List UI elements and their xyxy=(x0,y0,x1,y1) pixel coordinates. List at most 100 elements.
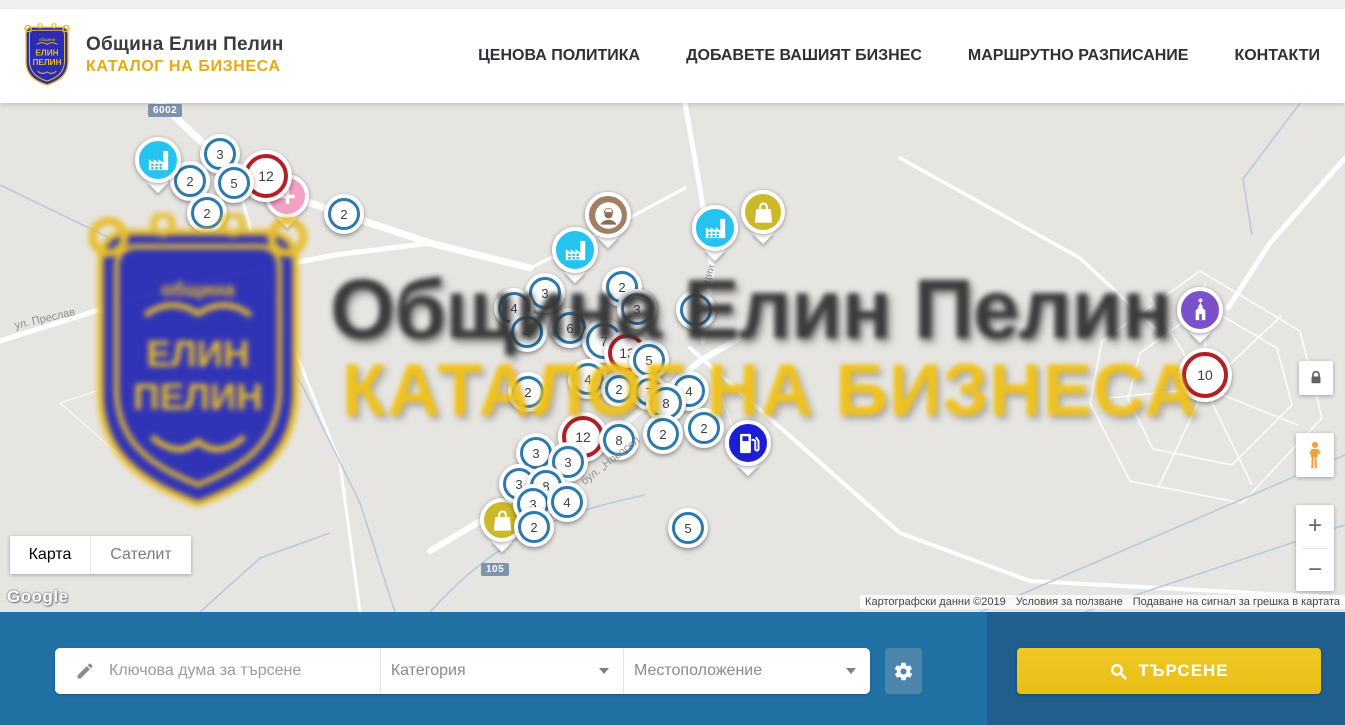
map-cluster-marker[interactable]: 5 xyxy=(668,508,708,548)
cluster-count: 12 xyxy=(258,168,274,184)
advanced-search-button[interactable] xyxy=(885,648,922,694)
map-pin-fuel[interactable] xyxy=(725,420,771,466)
cluster-count: 6 xyxy=(566,321,573,336)
cluster-count: 5 xyxy=(692,303,699,318)
pegman-button[interactable] xyxy=(1296,433,1334,477)
gear-icon xyxy=(893,661,914,682)
search-bar: Категория Местоположение xyxy=(55,648,870,694)
map-cluster-marker[interactable]: 4 xyxy=(547,482,587,522)
cluster-count: 4 xyxy=(523,325,530,340)
cluster-count: 4 xyxy=(510,301,517,316)
map-pin-shopping-bag[interactable] xyxy=(741,190,785,234)
satellite-view-button[interactable]: Сателит xyxy=(91,536,191,574)
cluster-count: 2 xyxy=(524,385,531,400)
map-cluster-marker[interactable]: 2 xyxy=(324,194,364,234)
map-cluster-marker[interactable]: 2 xyxy=(187,193,227,233)
cluster-count: 10 xyxy=(1197,367,1213,383)
cluster-count: 2 xyxy=(659,427,666,442)
attribution-terms-link[interactable]: Условия за ползване xyxy=(1011,595,1128,609)
fuel-icon xyxy=(734,429,763,458)
cluster-count: 2 xyxy=(340,207,347,222)
map-marker-layer: 123252232354647135422748221283338342510 xyxy=(0,103,1345,612)
map[interactable]: 123252232354647135422748221283338342510 … xyxy=(0,103,1345,612)
pegman-icon xyxy=(1304,440,1326,470)
cluster-count: 3 xyxy=(633,302,640,317)
zoom-in-button[interactable]: + xyxy=(1296,505,1334,548)
cluster-count: 3 xyxy=(564,455,571,470)
cluster-count: 3 xyxy=(541,286,548,301)
cluster-count: 3 xyxy=(532,446,539,461)
svg-text:ЕЛИН: ЕЛИН xyxy=(35,49,58,58)
attribution-report-link[interactable]: Подаване на сигнал за грешка в картата xyxy=(1128,595,1345,609)
map-pin-factory[interactable] xyxy=(552,227,598,273)
cluster-count: 12 xyxy=(575,429,591,445)
cluster-count: 2 xyxy=(530,520,537,535)
svg-text:ПЕЛИН: ПЕЛИН xyxy=(32,58,61,67)
shopping-bag-icon xyxy=(750,199,777,226)
cluster-count: 3 xyxy=(216,147,223,162)
factory-icon xyxy=(561,236,590,265)
brand[interactable]: община ЕЛИН ПЕЛИН Община Елин Пелин КАТА… xyxy=(20,23,284,87)
factory-icon xyxy=(701,214,730,243)
chevron-down-icon xyxy=(599,668,609,674)
chevron-down-icon xyxy=(846,668,856,674)
header: община ЕЛИН ПЕЛИН Община Елин Пелин КАТА… xyxy=(0,9,1345,103)
worker-icon xyxy=(594,201,623,230)
search-icon xyxy=(1109,662,1128,681)
search-panel: ТЪРСЕНЕ Категория Местоположение xyxy=(0,612,1345,725)
location-select[interactable]: Местоположение xyxy=(623,648,870,694)
cluster-count: 4 xyxy=(685,384,692,399)
nav-item-bus-schedule[interactable]: МАРШРУТНО РАЗПИСАНИЕ xyxy=(968,47,1189,65)
cluster-count: 2 xyxy=(203,206,210,221)
zoom-out-button[interactable]: − xyxy=(1296,549,1334,592)
search-action-panel: ТЪРСЕНЕ xyxy=(987,612,1345,725)
keyword-input[interactable] xyxy=(107,661,351,681)
nav-item-add-business[interactable]: ДОБАВЕТЕ ВАШИЯТ БИЗНЕС xyxy=(686,47,922,65)
lock-button[interactable] xyxy=(1299,361,1333,395)
cluster-count: 5 xyxy=(684,521,691,536)
google-logo[interactable]: Google xyxy=(7,587,69,607)
cluster-count: 8 xyxy=(662,396,669,411)
map-type-control: Карта Сателит xyxy=(10,536,191,574)
pencil-icon xyxy=(75,661,95,681)
site-title: Община Елин Пелин xyxy=(86,34,284,56)
municipality-crest-logo: община ЕЛИН ПЕЛИН xyxy=(20,23,74,87)
cluster-count: 2 xyxy=(615,382,622,397)
church-icon xyxy=(1186,296,1215,325)
map-cluster-marker[interactable]: 2 xyxy=(643,414,683,454)
search-button[interactable]: ТЪРСЕНЕ xyxy=(1017,648,1321,694)
map-cluster-marker[interactable]: 3 xyxy=(617,289,657,329)
cluster-count: 2 xyxy=(700,421,707,436)
map-pin-church[interactable] xyxy=(1177,287,1223,333)
nav-item-pricing[interactable]: ЦЕНОВА ПОЛИТИКА xyxy=(478,47,640,65)
category-select[interactable]: Категория xyxy=(380,648,623,694)
nav-item-contacts[interactable]: КОНТАКТИ xyxy=(1234,47,1320,65)
road-number-badge: 105 xyxy=(481,563,509,576)
map-cluster-marker[interactable]: 2 xyxy=(514,507,554,547)
map-cluster-marker[interactable]: 2 xyxy=(684,408,724,448)
cluster-count: 2 xyxy=(186,174,193,189)
page: община ЕЛИН ПЕЛИН Община Елин Пелин КАТА… xyxy=(0,0,1345,725)
factory-icon xyxy=(144,146,173,175)
map-cluster-marker[interactable]: 10 xyxy=(1178,348,1232,402)
map-cluster-marker[interactable]: 5 xyxy=(676,290,716,330)
shopping-bag-icon xyxy=(489,507,516,534)
cluster-count: 5 xyxy=(230,176,237,191)
map-pin-factory[interactable] xyxy=(692,205,738,251)
road-number-badge: 6002 xyxy=(148,104,182,117)
svg-text:община: община xyxy=(39,37,56,42)
zoom-control: + − xyxy=(1296,505,1334,591)
cluster-count: 4 xyxy=(584,372,591,387)
cluster-count: 4 xyxy=(563,495,570,510)
top-strip xyxy=(0,0,1345,9)
attribution-copyright: Картографски данни ©2019 xyxy=(860,595,1011,609)
map-cluster-marker[interactable]: 2 xyxy=(508,372,548,412)
main-nav: ЦЕНОВА ПОЛИТИКА ДОБАВЕТЕ ВАШИЯТ БИЗНЕС М… xyxy=(478,9,1320,103)
lock-icon xyxy=(1307,369,1325,387)
site-subtitle: КАТАЛОГ НА БИЗНЕСА xyxy=(86,58,284,76)
map-view-button[interactable]: Карта xyxy=(10,536,91,574)
map-attribution: Картографски данни ©2019 Условия за полз… xyxy=(860,595,1345,609)
map-pin-factory[interactable] xyxy=(135,137,181,183)
cluster-count: 5 xyxy=(645,353,652,368)
map-cluster-marker[interactable]: 4 xyxy=(507,312,547,352)
